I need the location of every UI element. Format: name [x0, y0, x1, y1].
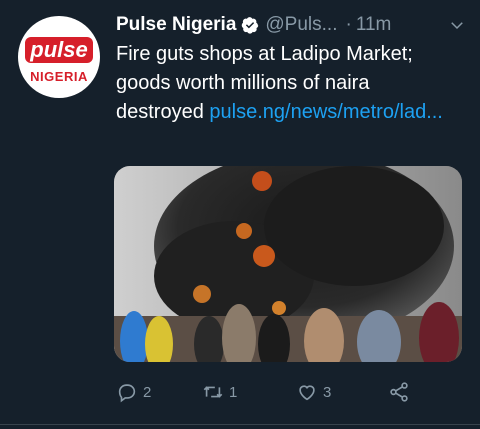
reply-icon: [118, 384, 136, 403]
retweet-icon: [203, 386, 223, 398]
tweet-header: Pulse Nigeria @Puls... · 11m: [116, 12, 466, 38]
reply-count: 2: [143, 383, 152, 401]
separator-dot: ·: [345, 14, 352, 35]
avatar-logo-pulse: pulse: [25, 36, 93, 63]
tweet-actions: 2 1 3: [116, 378, 446, 406]
share-icon: [390, 382, 408, 402]
avatar-logo-nigeria: NIGERIA: [30, 68, 88, 84]
share-button[interactable]: [388, 381, 410, 403]
tweet-media-photo[interactable]: [114, 166, 462, 362]
tweet-timestamp[interactable]: 11m: [356, 14, 392, 36]
tweet-body: Fire guts shops at Ladipo Market; goods …: [116, 40, 456, 127]
author-handle[interactable]: @Puls...: [265, 14, 337, 36]
tweet-divider: [0, 424, 480, 425]
author-name[interactable]: Pulse Nigeria: [116, 14, 236, 36]
like-button[interactable]: 3: [296, 381, 331, 403]
heart-icon: [299, 385, 315, 401]
fire-scene-image: [114, 166, 462, 362]
retweet-count: 1: [229, 383, 238, 401]
avatar[interactable]: pulse NIGERIA: [18, 16, 100, 98]
verified-badge-icon: [242, 17, 259, 34]
chevron-down-icon[interactable]: [448, 16, 466, 34]
retweet-button[interactable]: 1: [202, 381, 237, 403]
like-count: 3: [323, 383, 332, 401]
reply-button[interactable]: 2: [116, 381, 151, 403]
tweet-link[interactable]: pulse.ng/news/metro/lad...: [209, 101, 442, 123]
